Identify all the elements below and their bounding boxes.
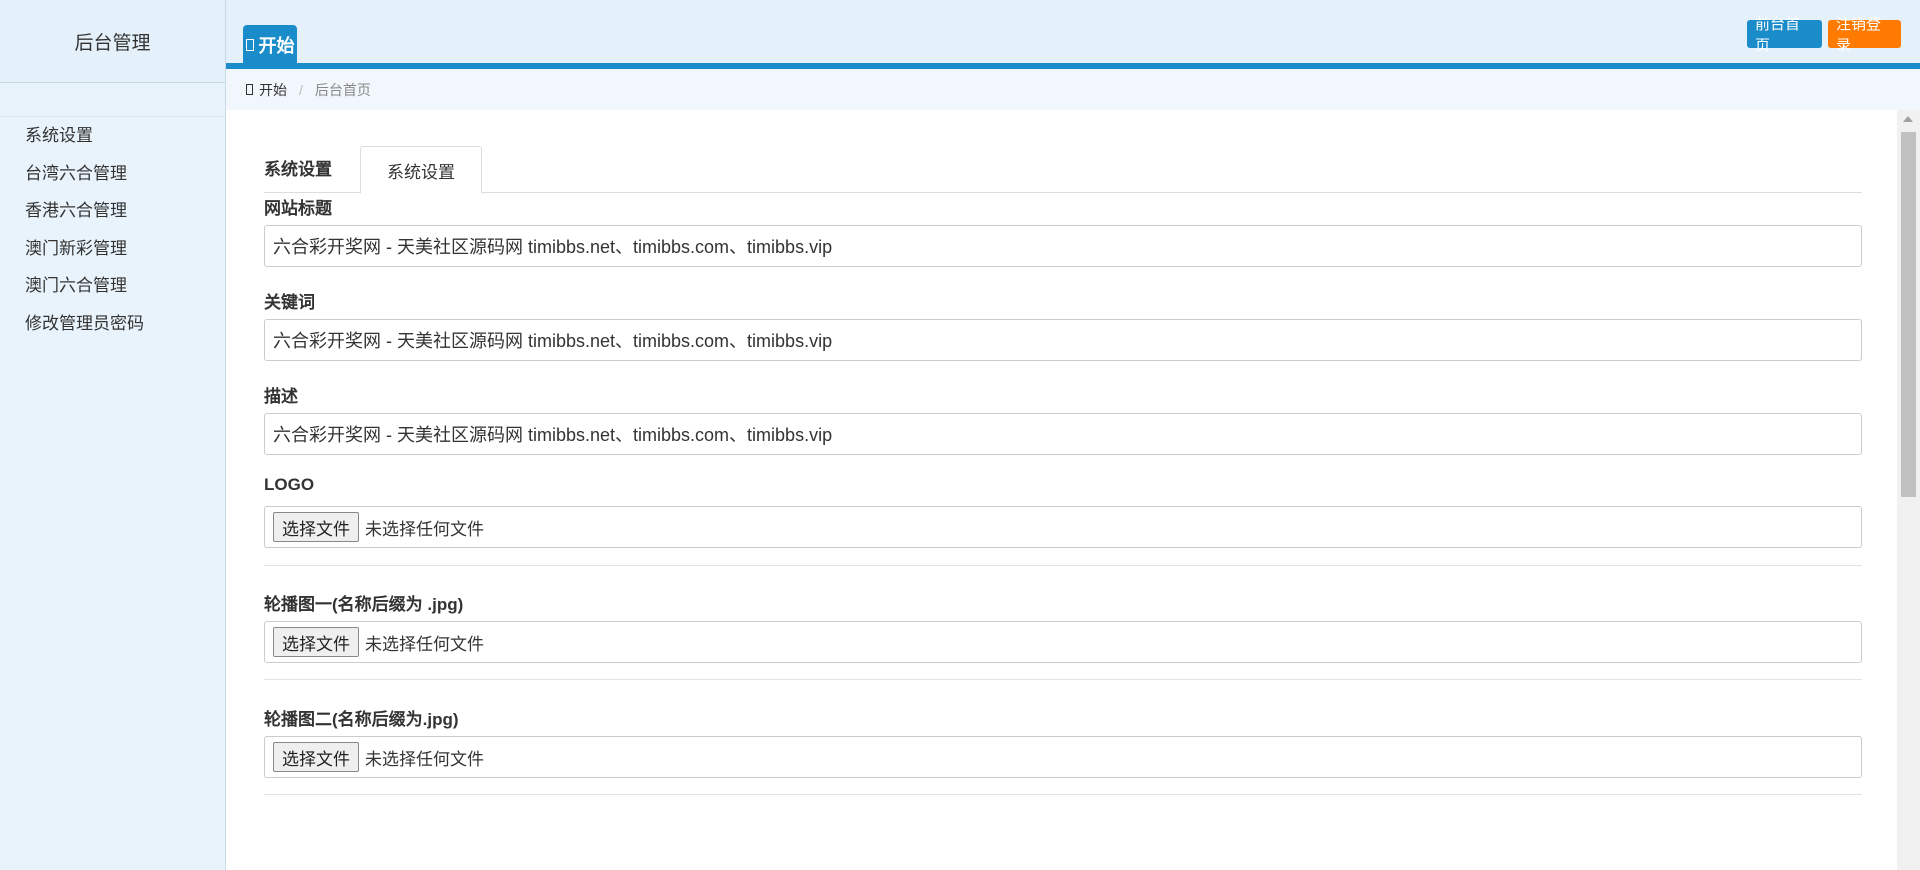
logo-label: LOGO (264, 475, 315, 494)
banner2-choose-file-button[interactable]: 选择文件 (273, 742, 359, 772)
sidebar-spacer (0, 83, 225, 117)
site-title-input[interactable] (264, 225, 1862, 267)
main-content: 系统设置 系统设置 网站标题 关键词 描述 LOGO 选择文件 未选择任何文件 … (227, 110, 1897, 870)
logo-choose-file-button[interactable]: 选择文件 (273, 512, 359, 542)
home-icon (246, 84, 253, 95)
site-title-label: 网站标题 (264, 199, 332, 218)
tabs-heading: 系统设置 (264, 160, 332, 179)
banner2-label: 轮播图二(名称后缀为.jpg) (264, 710, 459, 729)
vertical-scrollbar[interactable] (1897, 110, 1920, 870)
description-field: 描述 (264, 382, 1862, 455)
logo-field: LOGO 选择文件 未选择任何文件 (264, 475, 1862, 548)
tab-system-settings[interactable]: 系统设置 (360, 146, 482, 194)
site-title-field: 网站标题 (264, 194, 1862, 267)
banner1-file-status: 未选择任何文件 (365, 634, 484, 654)
description-label: 描述 (264, 387, 298, 406)
tab-start[interactable]: 开始 (243, 25, 297, 64)
sidebar-menu: 系统设置 台湾六合管理 香港六合管理 澳门新彩管理 澳门六合管理 修改管理员密码 (0, 117, 225, 342)
scroll-thumb[interactable] (1901, 132, 1916, 497)
divider (264, 794, 1862, 795)
breadcrumb: 开始 / 后台首页 (226, 69, 1920, 110)
sidebar-item-hongkong-lottery[interactable]: 香港六合管理 (0, 192, 225, 230)
banner1-field: 轮播图一(名称后缀为 .jpg) 选择文件 未选择任何文件 (264, 590, 1862, 663)
banner2-file-input: 选择文件 未选择任何文件 (264, 736, 1862, 778)
banner1-choose-file-button[interactable]: 选择文件 (273, 627, 359, 657)
keywords-label: 关键词 (264, 293, 315, 312)
breadcrumb-current: 后台首页 (314, 81, 371, 98)
banner1-file-input: 选择文件 未选择任何文件 (264, 621, 1862, 663)
banner2-file-status: 未选择任何文件 (365, 749, 484, 769)
logo-file-status: 未选择任何文件 (365, 519, 484, 539)
sidebar-item-macau-lottery[interactable]: 澳门六合管理 (0, 267, 225, 305)
breadcrumb-separator: / (299, 81, 303, 98)
sidebar-item-macau-new-lottery[interactable]: 澳门新彩管理 (0, 230, 225, 268)
sidebar-item-system-settings[interactable]: 系统设置 (0, 117, 225, 155)
banner2-field: 轮播图二(名称后缀为.jpg) 选择文件 未选择任何文件 (264, 705, 1862, 778)
keywords-input[interactable] (264, 319, 1862, 361)
tab-start-label: 开始 (258, 35, 295, 56)
keywords-field: 关键词 (264, 288, 1862, 361)
divider (264, 565, 1862, 566)
scroll-up-arrow-icon[interactable] (1903, 116, 1913, 122)
sidebar-item-change-password[interactable]: 修改管理员密码 (0, 305, 225, 343)
settings-tabs: 系统设置 系统设置 (264, 146, 1862, 194)
breadcrumb-home[interactable]: 开始 (259, 80, 287, 100)
description-input[interactable] (264, 413, 1862, 455)
logout-button[interactable]: 注销登录 (1828, 16, 1901, 54)
app-title: 后台管理 (0, 0, 226, 83)
banner1-label: 轮播图一(名称后缀为 .jpg) (264, 595, 464, 614)
sidebar-item-taiwan-lottery[interactable]: 台湾六合管理 (0, 155, 225, 193)
front-page-button[interactable]: 前台首页 (1747, 16, 1822, 54)
sidebar: 系统设置 台湾六合管理 香港六合管理 澳门新彩管理 澳门六合管理 修改管理员密码 (0, 83, 226, 870)
logo-file-input: 选择文件 未选择任何文件 (264, 506, 1862, 548)
home-icon (245, 38, 254, 51)
divider (264, 679, 1862, 680)
